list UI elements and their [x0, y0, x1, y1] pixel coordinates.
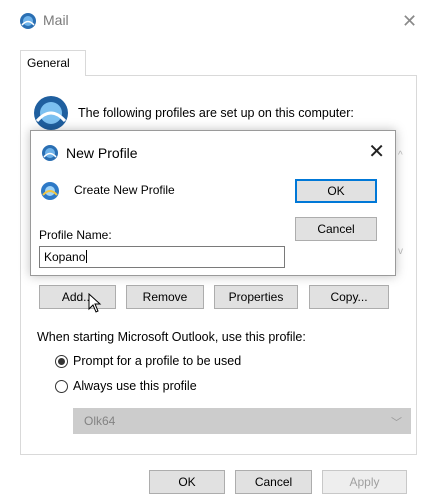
np-ok-label: OK [327, 184, 345, 198]
footer-ok-button[interactable]: OK [149, 470, 225, 494]
footer-apply-button[interactable]: Apply [322, 470, 407, 494]
window-close-icon[interactable]: ✕ [402, 12, 417, 30]
profile-name-label: Profile Name: [39, 228, 112, 242]
radio-prompt-label[interactable]: Prompt for a profile to be used [73, 354, 241, 368]
radio-always-label[interactable]: Always use this profile [73, 379, 197, 393]
window-title: Mail [43, 12, 69, 28]
np-cancel-button[interactable]: Cancel [295, 217, 377, 241]
profile-name-input[interactable]: Kopano [39, 246, 285, 268]
tab-general-label: General [27, 56, 70, 70]
profile-select[interactable]: Olk64 ﹀ [73, 408, 411, 434]
np-cancel-label: Cancel [317, 222, 355, 236]
profile-select-value: Olk64 [84, 414, 116, 428]
radio-prompt[interactable] [55, 355, 68, 368]
remove-button[interactable]: Remove [126, 285, 204, 309]
copy-button[interactable]: Copy... [309, 285, 389, 309]
create-profile-label: Create New Profile [74, 183, 175, 197]
new-profile-dialog: New Profile ✕ Create New Profile OK Canc… [30, 130, 396, 276]
add-button[interactable]: Add... [39, 285, 116, 309]
scroll-up-icon[interactable]: ^ [398, 150, 403, 161]
copy-button-label: Copy... [330, 290, 368, 304]
profiles-icon [31, 93, 71, 133]
chevron-down-icon: ﹀ [391, 417, 402, 429]
profile-name-value: Kopano [44, 250, 86, 264]
mail-app-icon [19, 12, 37, 30]
new-profile-title: New Profile [66, 145, 138, 161]
properties-button[interactable]: Properties [214, 285, 298, 309]
scroll-down-icon[interactable]: v [398, 246, 403, 257]
np-ok-button[interactable]: OK [295, 179, 377, 203]
startup-label: When starting Microsoft Outlook, use thi… [37, 330, 306, 344]
radio-always[interactable] [55, 380, 68, 393]
remove-button-label: Remove [142, 290, 188, 304]
text-caret [86, 250, 88, 263]
create-profile-icon [39, 180, 61, 202]
profiles-header-text: The following profiles are set up on thi… [78, 106, 354, 120]
new-profile-icon [41, 144, 59, 162]
mouse-pointer-icon [88, 292, 102, 316]
footer-cancel-label: Cancel [254, 475, 293, 489]
tab-general[interactable]: General [20, 50, 86, 76]
footer-apply-label: Apply [349, 475, 380, 489]
footer-cancel-button[interactable]: Cancel [235, 470, 312, 494]
close-icon[interactable]: ✕ [368, 139, 385, 164]
footer-ok-label: OK [178, 475, 196, 489]
properties-button-label: Properties [228, 290, 284, 304]
